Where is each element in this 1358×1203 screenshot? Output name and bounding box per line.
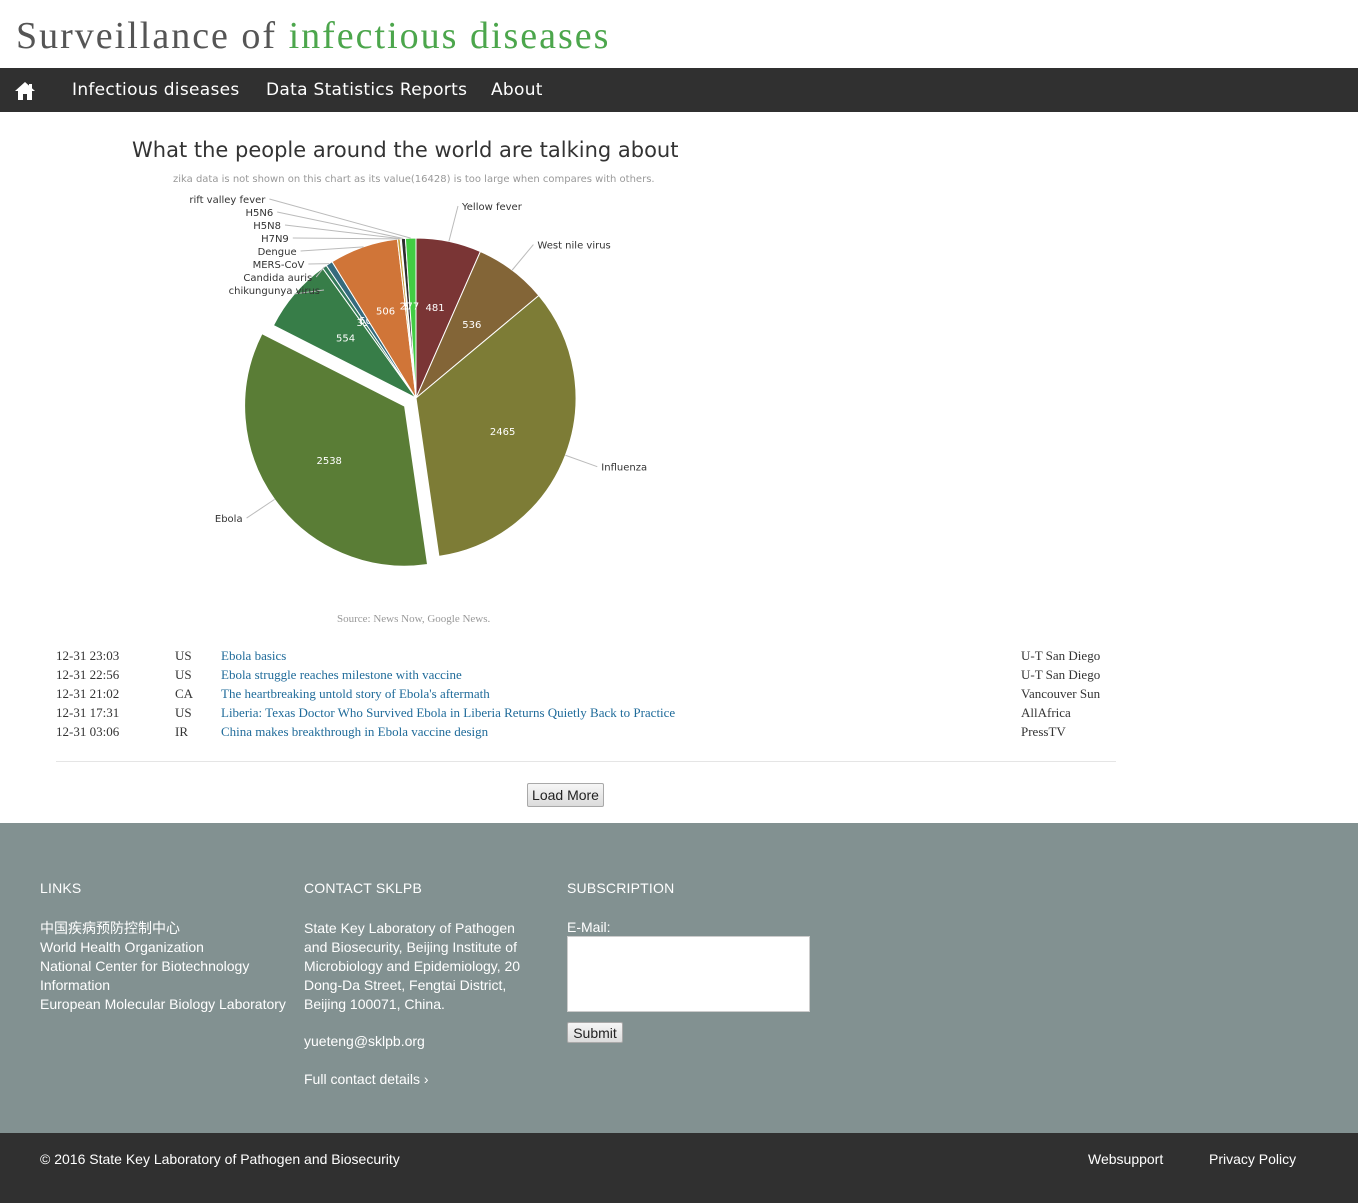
news-row: 12-31 23:03 US Ebola basics U-T San Diego [56, 646, 1116, 665]
pie-name-label: chikungunya virus [229, 286, 320, 297]
news-title-link[interactable]: China makes breakthrough in Ebola vaccin… [221, 724, 488, 740]
footer-link-who[interactable]: World Health Organization [40, 938, 286, 957]
pie-value-label: 536 [462, 320, 481, 331]
email-label: E-Mail: [567, 919, 611, 935]
pie-name-label: H7N9 [261, 234, 289, 245]
pie-name-label: Influenza [601, 463, 647, 474]
pie-connector [511, 244, 534, 271]
pie-connector [448, 205, 459, 242]
full-contact-details-link[interactable]: Full contact details › [304, 1071, 429, 1087]
news-date: 12-31 17:31 [56, 705, 120, 720]
footer-address: State Key Laboratory of Pathogen and Bio… [304, 920, 521, 1012]
pie-name-label: H5N8 [253, 221, 281, 232]
pie-name-label: Dengue [258, 247, 297, 258]
news-source: U-T San Diego [1021, 667, 1101, 682]
pie-name-label: Candida auris [243, 273, 312, 284]
news-row: 12-31 03:06 IR China makes breakthrough in… [56, 722, 1116, 741]
pie-name-label: Yellow fever [461, 202, 523, 213]
chart-source: Source: News Now, Google News. [337, 613, 491, 625]
news-source: PressTV [1021, 724, 1066, 739]
pie-name-label: rift valley fever [189, 195, 266, 206]
footer-link-ncbi[interactable]: National Center for Biotechnology Inform… [40, 957, 250, 995]
pie-name-label: MERS-CoV [253, 260, 305, 271]
pie-value-label: 554 [336, 334, 355, 345]
news-country: US [175, 667, 192, 682]
news-country: US [175, 648, 192, 663]
pie-value-label: 77 [407, 301, 420, 312]
websupport-link[interactable]: Websupport [1088, 1151, 1163, 1167]
email-input[interactable] [567, 936, 810, 1012]
news-source: U-T San Diego [1021, 648, 1101, 663]
pie-connector [292, 237, 399, 240]
pie-connector [565, 454, 598, 468]
footer: LINKS 中国疾病预防控制中心 World Health Organizati… [0, 823, 1358, 1133]
pie-value-label: 506 [376, 306, 395, 317]
footer-contact-heading: CONTACT SKLPB [304, 880, 422, 896]
pie-value-label: 2465 [490, 427, 515, 438]
pie-connector [269, 198, 411, 239]
bottom-bar: © 2016 State Key Laboratory of Pathogen … [0, 1133, 1358, 1203]
news-row: 12-31 21:02 CA The heartbreaking untold st… [56, 684, 1116, 703]
copyright: © 2016 State Key Laboratory of Pathogen … [40, 1151, 400, 1167]
news-row: 12-31 17:31 US Liberia: Texas Doctor Who S… [56, 703, 1116, 722]
news-list: 12-31 23:03 US Ebola basics U-T San Diego 12… [56, 646, 1116, 741]
footer-link-china-cdc[interactable]: 中国疾病预防控制中心 [40, 919, 286, 938]
news-divider [56, 761, 1116, 762]
news-date: 12-31 21:02 [56, 686, 120, 701]
news-source: AllAfrica [1021, 705, 1071, 720]
news-date: 12-31 03:06 [56, 724, 120, 739]
footer-link-embl[interactable]: European Molecular Biology Laboratory [40, 995, 286, 1014]
submit-button[interactable]: Submit [567, 1022, 623, 1043]
news-row: 12-31 22:56 US Ebola struggle reaches mile… [56, 665, 1116, 684]
pie-connector [284, 224, 401, 240]
news-country: CA [175, 686, 194, 701]
news-title-link[interactable]: Ebola struggle reaches milestone with va… [221, 667, 462, 683]
pie-connector [246, 498, 275, 519]
footer-subscription-heading: SUBSCRIPTION [567, 880, 675, 896]
pie-value-label: 481 [426, 303, 445, 314]
news-title-link[interactable]: Liberia: Texas Doctor Who Survived Ebola… [221, 705, 675, 721]
pie-value-label: 2538 [316, 456, 341, 467]
footer-links-list: 中国疾病预防控制中心 World Health Organization Nat… [40, 919, 286, 1014]
pie-name-label: Ebola [215, 514, 243, 525]
footer-links-heading: LINKS [40, 880, 82, 896]
pie-name-label: H5N6 [245, 208, 273, 219]
disease-pie-chart: 481 Yellow fever 536 West nile virus 2465 Inf… [189, 195, 647, 567]
privacy-policy-link[interactable]: Privacy Policy [1209, 1151, 1296, 1167]
news-title-link[interactable]: The heartbreaking untold story of Ebola'… [221, 686, 490, 702]
news-title-link[interactable]: Ebola basics [221, 648, 286, 664]
news-date: 12-31 22:56 [56, 667, 120, 682]
news-date: 12-31 23:03 [56, 648, 120, 663]
news-source: Vancouver Sun [1021, 686, 1101, 701]
load-more-button[interactable]: Load More [527, 783, 604, 807]
news-country: IR [175, 724, 188, 739]
news-country: US [175, 705, 192, 720]
pie-connector [277, 211, 404, 239]
pie-name-label: West nile virus [537, 241, 610, 252]
footer-email-link[interactable]: yueteng@sklpb.org [304, 1033, 425, 1049]
